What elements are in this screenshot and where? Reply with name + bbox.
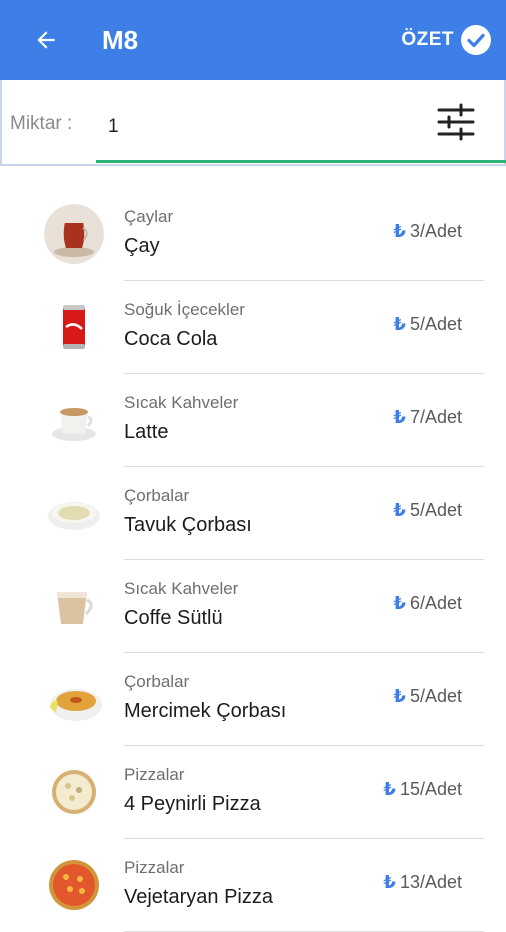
product-price: ₺ 13/Adet	[383, 872, 462, 893]
quantity-bar: Miktar :	[0, 80, 506, 166]
product-thumbnail	[44, 669, 104, 729]
product-texts: Çorbalar Mercimek Çorbası	[124, 671, 286, 725]
product-price: ₺ 5/Adet	[393, 500, 462, 521]
app-bar: M8 ÖZET	[0, 0, 506, 80]
product-thumbnail	[44, 576, 104, 636]
product-texts: Pizzalar 4 Peynirli Pizza	[124, 764, 261, 818]
product-category: Sıcak Kahveler	[124, 579, 239, 598]
product-texts: Çorbalar Tavuk Çorbası	[124, 485, 252, 539]
tea-glass-icon	[44, 204, 104, 264]
currency-symbol: ₺	[393, 686, 406, 706]
cola-can-icon	[44, 297, 104, 357]
back-button[interactable]	[26, 22, 66, 58]
product-price-value: 7/Adet	[409, 407, 462, 427]
product-thumbnail	[44, 762, 104, 822]
cheese-pizza-icon	[44, 762, 104, 822]
currency-symbol: ₺	[393, 314, 406, 334]
product-category: Pizzalar	[124, 858, 185, 877]
product-list-item[interactable]: Çorbalar Mercimek Çorbası ₺ 5/Adet	[0, 653, 506, 746]
product-price-value: 5/Adet	[409, 686, 462, 706]
lentil-soup-icon	[44, 669, 104, 729]
product-name: Vejetaryan Pizza	[124, 886, 273, 908]
vegetarian-pizza-icon	[44, 855, 104, 915]
currency-symbol: ₺	[393, 500, 406, 520]
check-circle-icon	[461, 25, 491, 55]
product-category: Sıcak Kahveler	[124, 393, 239, 412]
currency-symbol: ₺	[393, 221, 406, 241]
product-name: Coffe Sütlü	[124, 607, 223, 629]
quantity-input-underline	[96, 160, 506, 163]
product-texts: Çaylar Çay	[124, 206, 173, 260]
product-category: Çaylar	[124, 207, 174, 226]
product-name: Mercimek Çorbası	[124, 700, 287, 722]
milk-coffee-cup-icon	[44, 576, 104, 636]
product-list-item[interactable]: Çorbalar Tavuk Çorbası ₺ 5/Adet	[0, 467, 506, 560]
product-category: Soğuk İçecekler	[124, 300, 245, 319]
summary-button[interactable]: ÖZET	[401, 22, 492, 58]
product-list-item[interactable]: Çaylar Çay ₺ 3/Adet	[0, 188, 506, 281]
currency-symbol: ₺	[383, 872, 396, 892]
product-price: ₺ 5/Adet	[393, 314, 462, 335]
product-texts: Soğuk İçecekler Coca Cola	[124, 299, 245, 353]
product-list-item[interactable]: Pizzalar Vejetaryan Pizza ₺ 13/Adet	[0, 839, 506, 932]
product-price-value: 15/Adet	[399, 779, 462, 799]
product-texts: Pizzalar Vejetaryan Pizza	[124, 857, 273, 911]
arrow-left-icon	[37, 31, 55, 49]
product-price: ₺ 7/Adet	[393, 407, 462, 428]
latte-cup-icon	[44, 390, 104, 450]
product-category: Çorbalar	[124, 672, 190, 691]
quantity-input[interactable]	[98, 102, 398, 152]
sliders-icon	[437, 103, 475, 141]
currency-symbol: ₺	[383, 779, 396, 799]
product-thumbnail	[44, 483, 104, 543]
product-list: Çaylar Çay ₺ 3/Adet Soğuk İçecekler Coca…	[0, 188, 506, 932]
product-price: ₺ 3/Adet	[393, 221, 462, 242]
product-price: ₺ 15/Adet	[383, 779, 462, 800]
product-category: Çorbalar	[124, 486, 190, 505]
product-price: ₺ 6/Adet	[393, 593, 462, 614]
product-price-value: 5/Adet	[409, 314, 462, 334]
product-price-value: 6/Adet	[409, 593, 462, 613]
product-thumbnail	[44, 390, 104, 450]
product-name: Latte	[124, 421, 169, 443]
quantity-label: Miktar :	[10, 113, 73, 134]
currency-symbol: ₺	[393, 593, 406, 613]
product-category: Pizzalar	[124, 765, 185, 784]
product-name: Coca Cola	[124, 328, 218, 350]
page-title: M8	[102, 25, 139, 55]
product-price-value: 3/Adet	[409, 221, 462, 241]
product-price-value: 13/Adet	[399, 872, 462, 892]
product-thumbnail	[44, 297, 104, 357]
product-list-item[interactable]: Sıcak Kahveler Latte ₺ 7/Adet	[0, 374, 506, 467]
product-thumbnail	[44, 204, 104, 264]
product-price: ₺ 5/Adet	[393, 686, 462, 707]
product-texts: Sıcak Kahveler Coffe Sütlü	[124, 578, 238, 632]
summary-label: ÖZET	[401, 29, 454, 50]
product-list-item[interactable]: Sıcak Kahveler Coffe Sütlü ₺ 6/Adet	[0, 560, 506, 653]
product-name: 4 Peynirli Pizza	[124, 793, 261, 815]
product-list-item[interactable]: Soğuk İçecekler Coca Cola ₺ 5/Adet	[0, 281, 506, 374]
soup-bowl-icon	[44, 483, 104, 543]
product-name: Tavuk Çorbası	[124, 514, 252, 536]
product-price-value: 5/Adet	[409, 500, 462, 520]
product-list-item[interactable]: Pizzalar 4 Peynirli Pizza ₺ 15/Adet	[0, 746, 506, 839]
product-thumbnail	[44, 855, 104, 915]
product-texts: Sıcak Kahveler Latte	[124, 392, 238, 446]
product-name: Çay	[124, 235, 160, 257]
currency-symbol: ₺	[393, 407, 406, 427]
filter-button[interactable]	[432, 100, 480, 144]
